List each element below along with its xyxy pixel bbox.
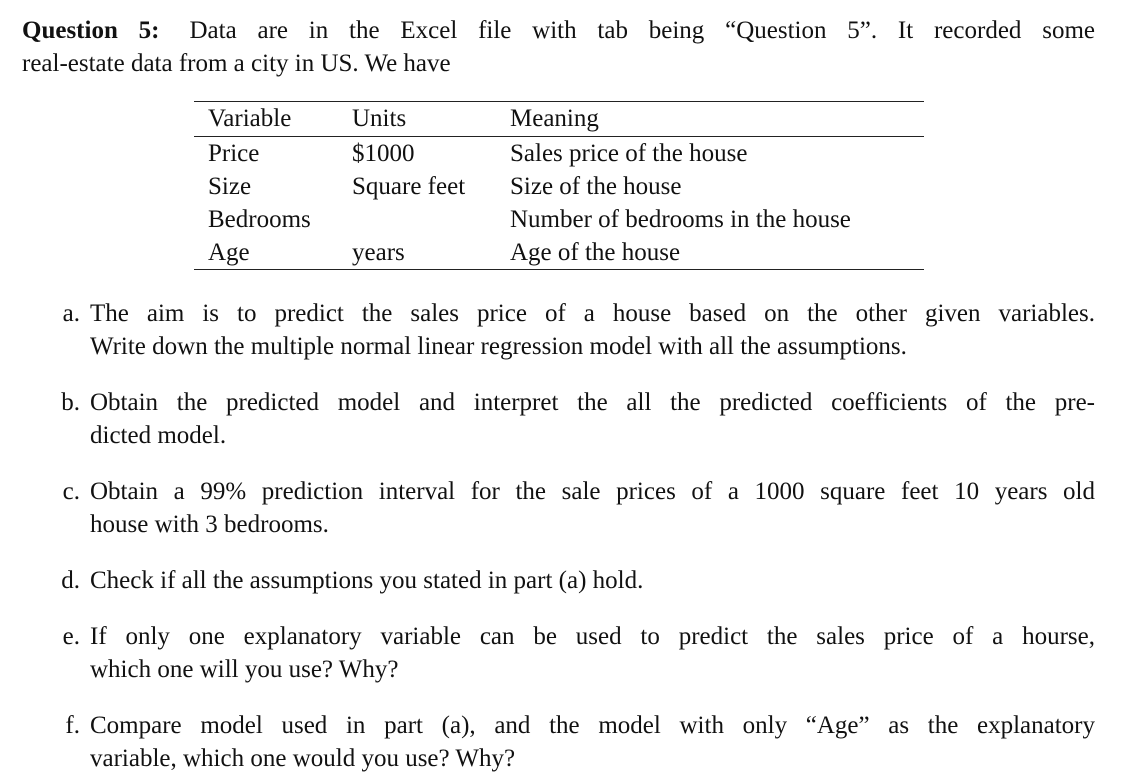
cell-meaning: Number of bedrooms in the house <box>510 206 851 233</box>
header-variable: Variable <box>208 105 292 132</box>
question-intro-line-1: Question 5: Data are in the Excel file wi… <box>22 14 1095 47</box>
cell-variable: Age <box>208 239 250 266</box>
part-text-line: variable, which one would you use? Why? <box>90 745 516 772</box>
cell-variable: Price <box>208 140 260 167</box>
question-intro-text: Data are in the Excel file with tab bein… <box>189 17 1095 44</box>
part-label: a. <box>62 300 80 327</box>
part-text-line: Compare model used in part (a), and the … <box>90 712 1095 739</box>
part-text-line: Obtain a 99% prediction interval for the… <box>90 478 1095 505</box>
part-text: If only one explanatory variable can be … <box>90 620 1095 686</box>
question-title: Question 5: <box>22 17 160 44</box>
part-text-line: which one will you use? Why? <box>90 656 399 683</box>
question-intro-line-2: real-estate data from a city in US. We h… <box>22 50 451 77</box>
cell-units: Square feet <box>352 173 466 200</box>
header-meaning: Meaning <box>510 105 599 132</box>
part-label: d. <box>61 567 80 594</box>
table-row: Bedrooms Number of bedrooms in the house <box>194 203 924 236</box>
header-units: Units <box>352 105 407 132</box>
part-text: Obtain a 99% prediction interval for the… <box>90 475 1095 541</box>
part-text-line: Write down the multiple normal linear re… <box>90 333 907 360</box>
cell-units: years <box>352 239 405 266</box>
part-text-line: If only one explanatory variable can be … <box>90 623 1095 650</box>
table-row: Age years Age of the house <box>194 236 924 269</box>
part-label: c. <box>62 478 80 505</box>
cell-units: $1000 <box>352 140 415 167</box>
table-header-row: Variable Units Meaning <box>194 102 924 137</box>
part-text-line: house with 3 bedrooms. <box>90 511 329 538</box>
document-page: Question 5: Data are in the Excel file wi… <box>0 0 1142 783</box>
part-text-line: dicted model. <box>90 422 227 449</box>
part-text-line: Obtain the predicted model and interpret… <box>90 389 1095 416</box>
part-label: e. <box>62 623 80 650</box>
part-label: f. <box>65 712 80 739</box>
part-text: The aim is to predict the sales price of… <box>90 297 1095 363</box>
cell-meaning: Size of the house <box>510 173 682 200</box>
cell-variable: Bedrooms <box>208 206 311 233</box>
table-row: Size Square feet Size of the house <box>194 170 924 203</box>
variables-table: Variable Units Meaning Price $1000 Sales… <box>194 101 924 270</box>
table-row: Price $1000 Sales price of the house <box>194 137 924 170</box>
part-text-line: Check if all the assumptions you stated … <box>90 567 644 594</box>
cell-units <box>352 203 510 236</box>
cell-meaning: Sales price of the house <box>510 140 748 167</box>
part-text: Obtain the predicted model and interpret… <box>90 386 1095 452</box>
part-text: Compare model used in part (a), and the … <box>90 709 1095 775</box>
part-label: b. <box>61 389 80 416</box>
part-text-line: The aim is to predict the sales price of… <box>90 300 1095 327</box>
cell-meaning: Age of the house <box>510 239 681 266</box>
part-text: Check if all the assumptions you stated … <box>90 564 1095 597</box>
cell-variable: Size <box>208 173 252 200</box>
